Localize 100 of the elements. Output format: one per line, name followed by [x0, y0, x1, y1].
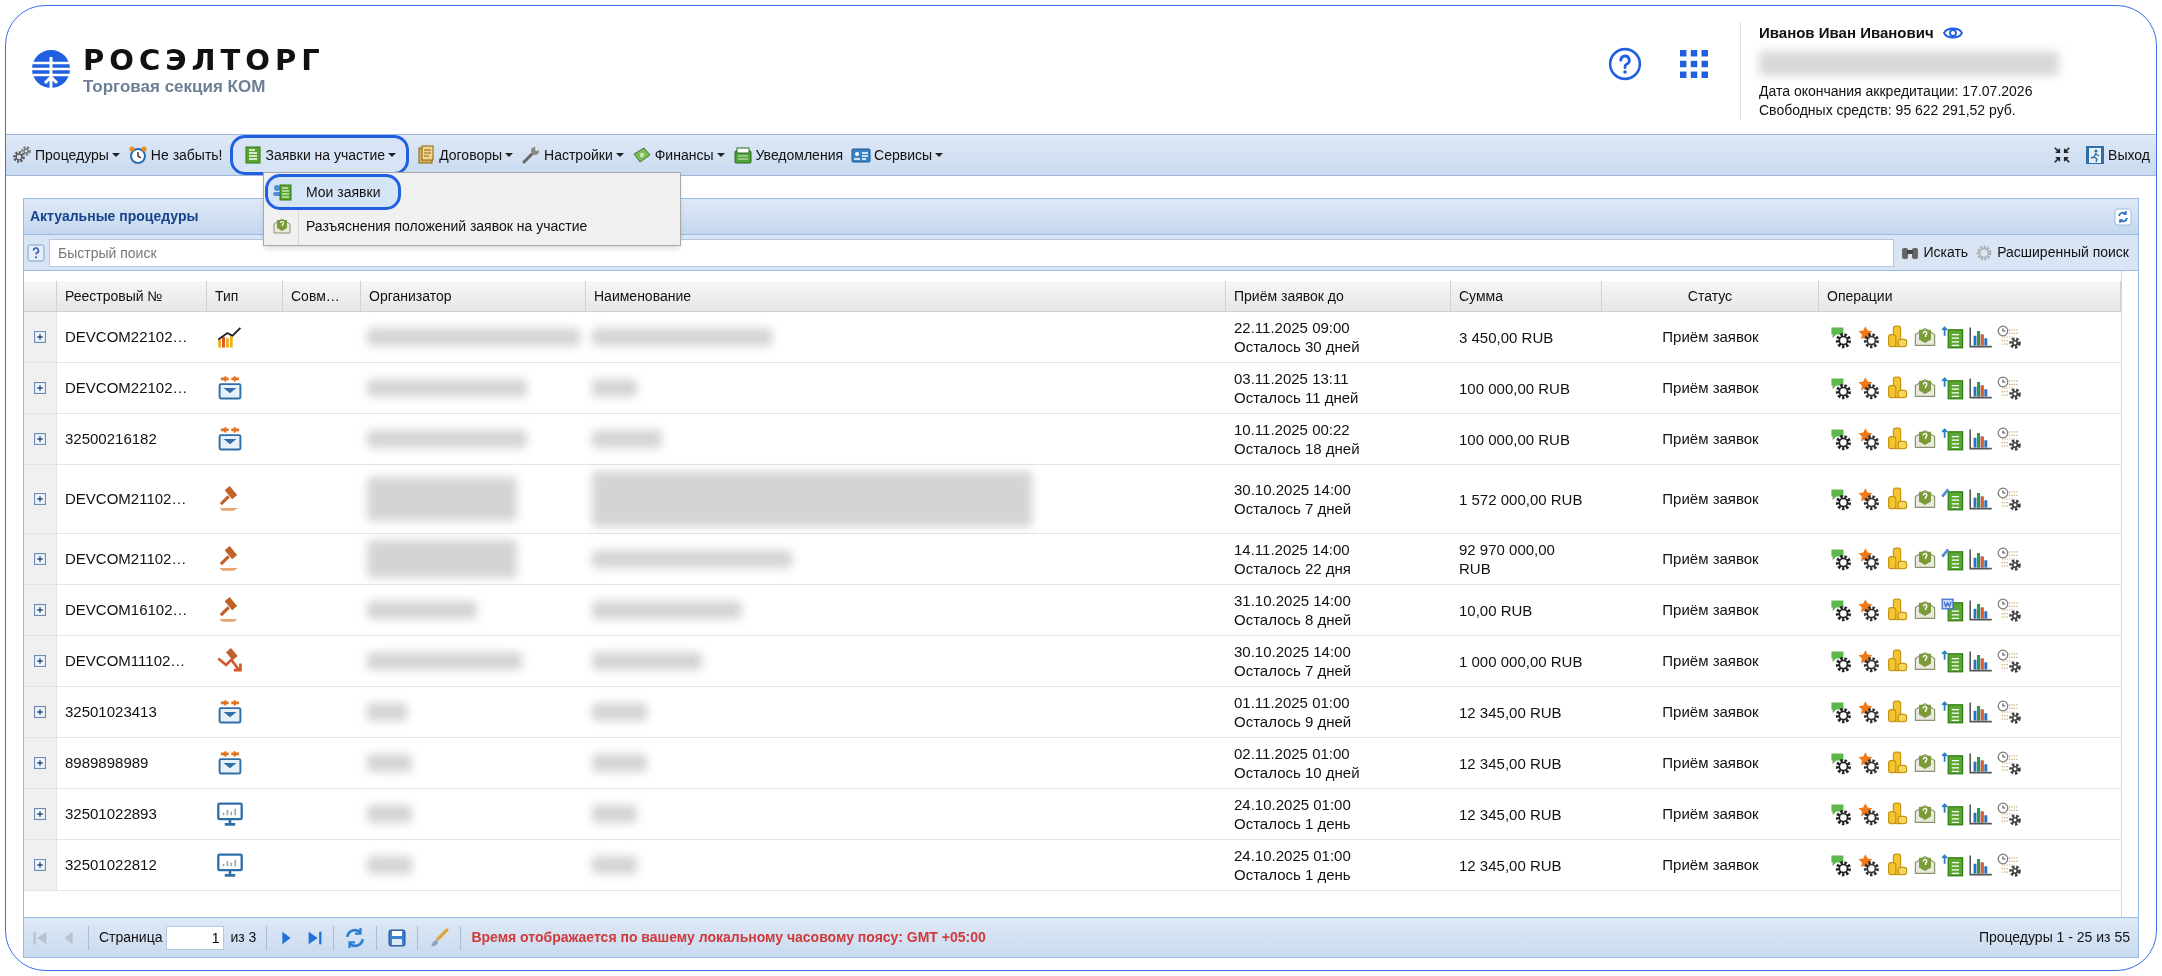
envelope-question-icon[interactable]: [1913, 802, 1937, 826]
envelope-question-icon[interactable]: [1913, 487, 1937, 511]
star-gear-icon[interactable]: [1857, 376, 1881, 400]
star-gear-icon[interactable]: [1857, 427, 1881, 451]
document-upload-icon[interactable]: [1941, 751, 1965, 775]
expand-icon[interactable]: [34, 382, 46, 394]
envelope-question-icon[interactable]: [1913, 427, 1937, 451]
star-gear-icon[interactable]: [1857, 325, 1881, 349]
expand-icon[interactable]: [34, 706, 46, 718]
chat-gear-icon[interactable]: [1829, 700, 1853, 724]
column-header[interactable]: Тип: [207, 281, 283, 311]
toolbar-menu[interactable]: Сервисы: [847, 138, 948, 172]
clock-list-icon[interactable]: [1997, 649, 2021, 673]
document-upload-icon[interactable]: [1941, 649, 1965, 673]
column-header[interactable]: Организатор: [361, 281, 586, 311]
chat-gear-icon[interactable]: [1829, 547, 1853, 571]
save-icon[interactable]: [387, 927, 408, 948]
bar-chart-icon[interactable]: [1969, 547, 1993, 571]
chat-gear-icon[interactable]: [1829, 751, 1853, 775]
bar-chart-icon[interactable]: [1969, 487, 1993, 511]
chat-gear-icon[interactable]: [1829, 598, 1853, 622]
bar-chart-icon[interactable]: [1969, 427, 1993, 451]
document-upload-icon[interactable]: [1941, 853, 1965, 877]
star-gear-icon[interactable]: [1857, 802, 1881, 826]
toolbar-menu[interactable]: Настройки: [517, 138, 628, 172]
help-icon[interactable]: [1608, 47, 1642, 81]
clock-list-icon[interactable]: [1997, 853, 2021, 877]
star-gear-icon[interactable]: [1857, 487, 1881, 511]
toolbar-menu[interactable]: Заявки на участие: [232, 138, 407, 172]
envelope-question-icon[interactable]: [1913, 700, 1937, 724]
envelope-question-icon[interactable]: [1913, 598, 1937, 622]
document-upload-icon[interactable]: [1941, 427, 1965, 451]
advanced-search-button[interactable]: Расширенный поиск: [1974, 242, 2129, 263]
chat-gear-icon[interactable]: [1829, 376, 1853, 400]
clock-list-icon[interactable]: [1997, 427, 2021, 451]
column-header[interactable]: Сумма: [1451, 281, 1602, 311]
document-edit-icon[interactable]: [1941, 487, 1965, 511]
document-word-icon[interactable]: [1941, 598, 1965, 622]
clock-list-icon[interactable]: [1997, 376, 2021, 400]
expand-icon[interactable]: [34, 604, 46, 616]
exit-button[interactable]: Выход: [2085, 144, 2150, 166]
toolbar-menu[interactable]: Процедуры: [8, 138, 124, 172]
expand-icon[interactable]: [34, 493, 46, 505]
help-icon[interactable]: [27, 243, 45, 262]
column-header[interactable]: Статус: [1602, 281, 1819, 311]
envelope-question-icon[interactable]: [1913, 376, 1937, 400]
clock-list-icon[interactable]: [1997, 751, 2021, 775]
toolbar-menu[interactable]: Не забыть!: [123, 138, 227, 172]
search-field[interactable]: Быстрый поиск: [49, 238, 1895, 267]
expand-icon[interactable]: [34, 859, 46, 871]
expand-icon[interactable]: [34, 757, 46, 769]
column-header[interactable]: Операции: [1819, 281, 2121, 311]
refresh-icon[interactable]: [2114, 207, 2132, 226]
column-header[interactable]: Реестровый №: [57, 281, 207, 311]
collapse-icon[interactable]: [2053, 146, 2072, 164]
bar-chart-icon[interactable]: [1969, 853, 1993, 877]
toolbar-menu[interactable]: Договоры: [412, 138, 518, 172]
bar-chart-icon[interactable]: [1969, 325, 1993, 349]
bar-chart-icon[interactable]: [1969, 802, 1993, 826]
bar-chart-icon[interactable]: [1969, 751, 1993, 775]
page-number-field[interactable]: 1: [166, 925, 225, 950]
star-gear-icon[interactable]: [1857, 853, 1881, 877]
refresh-icon[interactable]: [344, 926, 367, 949]
envelope-question-icon[interactable]: [1913, 547, 1937, 571]
chat-gear-icon[interactable]: [1829, 802, 1853, 826]
bar-chart-icon[interactable]: [1969, 598, 1993, 622]
document-upload-icon[interactable]: [1941, 376, 1965, 400]
chat-gear-icon[interactable]: [1829, 427, 1853, 451]
document-edit-icon[interactable]: [1941, 547, 1965, 571]
apps-grid-icon[interactable]: [1680, 50, 1708, 78]
expand-icon[interactable]: [34, 808, 46, 820]
menu-item[interactable]: Мои заявки: [268, 177, 399, 207]
toolbar-menu[interactable]: Финансы: [627, 138, 729, 172]
star-gear-icon[interactable]: [1857, 751, 1881, 775]
expand-icon[interactable]: [34, 655, 46, 667]
clock-list-icon[interactable]: [1997, 598, 2021, 622]
expand-icon[interactable]: [34, 553, 46, 565]
chat-gear-icon[interactable]: [1829, 325, 1853, 349]
column-header[interactable]: Совм…: [283, 281, 361, 311]
envelope-question-icon[interactable]: [1913, 325, 1937, 349]
expand-icon[interactable]: [34, 331, 46, 343]
bar-chart-icon[interactable]: [1969, 700, 1993, 724]
document-upload-icon[interactable]: [1941, 700, 1965, 724]
chat-gear-icon[interactable]: [1829, 853, 1853, 877]
expand-icon[interactable]: [34, 433, 46, 445]
search-button[interactable]: Искать: [1900, 242, 1969, 263]
envelope-question-icon[interactable]: [1913, 649, 1937, 673]
menu-item[interactable]: Разъяснения положений заявок на участие: [268, 211, 598, 241]
envelope-question-icon[interactable]: [1913, 853, 1937, 877]
toolbar-menu[interactable]: Уведомления: [728, 138, 848, 172]
star-gear-icon[interactable]: [1857, 547, 1881, 571]
clock-list-icon[interactable]: [1997, 700, 2021, 724]
document-upload-icon[interactable]: [1941, 325, 1965, 349]
bar-chart-icon[interactable]: [1969, 649, 1993, 673]
clock-list-icon[interactable]: [1997, 487, 2021, 511]
document-upload-icon[interactable]: [1941, 802, 1965, 826]
clock-list-icon[interactable]: [1997, 325, 2021, 349]
star-gear-icon[interactable]: [1857, 700, 1881, 724]
chat-gear-icon[interactable]: [1829, 487, 1853, 511]
envelope-question-icon[interactable]: [1913, 751, 1937, 775]
